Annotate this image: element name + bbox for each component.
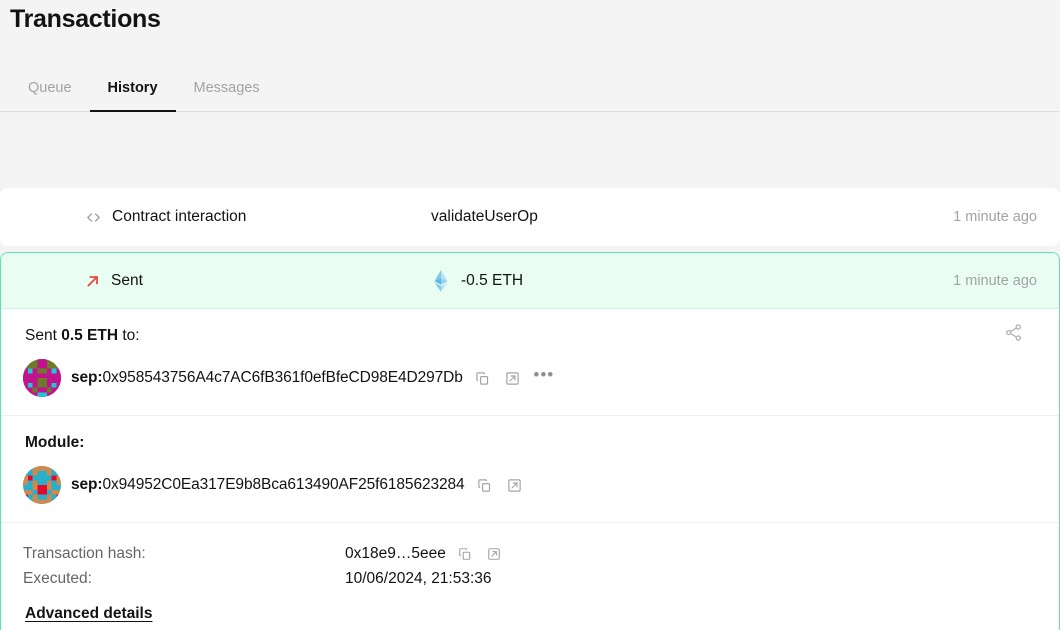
transaction-method-label: validateUserOp xyxy=(431,208,538,225)
tab-bar: Queue History Messages xyxy=(0,60,1060,112)
tab-history[interactable]: History xyxy=(89,80,176,112)
recipient-block: Sent 0.5 ETH to: sep:0x958543756A4c7AC6f… xyxy=(1,309,1059,415)
transaction-list: Contract interaction validateUserOp 1 mi… xyxy=(0,112,1060,630)
address-prefix: sep: xyxy=(71,476,103,493)
page-title: Transactions xyxy=(10,5,161,33)
meta-row: Transaction hash: 0x18e9…5eee xyxy=(23,541,1037,566)
address-value: 0x94952C0Ea317E9b8Bca613490AF25f61856232… xyxy=(102,476,465,493)
recipient-address-row: sep:0x958543756A4c7AC6fB361f0efBfeCD98E4… xyxy=(23,359,1037,397)
transaction-type: Sent xyxy=(1,272,431,290)
address-value: 0x958543756A4c7AC6fB361f0efBfeCD98E4D297… xyxy=(102,369,463,386)
meta-key: Transaction hash: xyxy=(23,544,146,562)
meta-value: 10/06/2024, 21:53:36 xyxy=(345,570,492,588)
code-brackets-icon xyxy=(85,209,102,226)
transaction-meta: Transaction hash: 0x18e9…5eee Executed: … xyxy=(1,522,1059,630)
recipient-address: sep:0x958543756A4c7AC6fB361f0efBfeCD98E4… xyxy=(71,369,463,387)
transaction-summary[interactable]: Contract interaction validateUserOp 1 mi… xyxy=(1,189,1059,245)
sent-amount: 0.5 ETH xyxy=(61,327,119,344)
transaction-amount-label: -0.5 ETH xyxy=(461,271,524,289)
advanced-details-link[interactable]: Advanced details xyxy=(25,605,153,623)
external-link-icon[interactable] xyxy=(503,368,523,388)
external-link-icon[interactable] xyxy=(505,475,525,495)
module-address: sep:0x94952C0Ea317E9b8Bca613490AF25f6185… xyxy=(71,476,465,494)
copy-icon[interactable] xyxy=(475,475,495,495)
tab-messages[interactable]: Messages xyxy=(176,80,278,111)
module-label: Module: xyxy=(25,434,85,451)
transaction-info: -0.5 ETH xyxy=(431,269,953,292)
ellipsis-icon[interactable]: ••• xyxy=(533,366,555,388)
transactions-page: Transactions Queue History Messages Cont… xyxy=(0,0,1060,630)
address-prefix: sep: xyxy=(71,369,103,386)
module-block: Module: sep:0x94952C0Ea317E9b8Bca613490A… xyxy=(1,415,1059,522)
transaction-type: Contract interaction xyxy=(1,208,431,226)
sent-summary-line: Sent 0.5 ETH to: xyxy=(25,327,1037,345)
transaction-row[interactable]: Contract interaction validateUserOp 1 mi… xyxy=(0,188,1060,246)
avatar xyxy=(23,466,61,504)
meta-key: Executed: xyxy=(23,569,92,587)
transaction-timestamp: 1 minute ago xyxy=(953,272,1037,289)
copy-icon[interactable] xyxy=(473,368,493,388)
executed-value: 10/06/2024, 21:53:36 xyxy=(345,569,492,587)
transaction-summary[interactable]: Sent -0.5 ETH 1 minute ago xyxy=(1,253,1059,309)
sent-prefix: Sent xyxy=(25,327,57,344)
transaction-info: validateUserOp xyxy=(431,208,953,226)
meta-row: Executed: 10/06/2024, 21:53:36 xyxy=(23,566,1037,591)
sent-suffix: to: xyxy=(122,327,140,344)
transaction-type-label: Sent xyxy=(111,271,143,289)
transaction-hash-value: 0x18e9…5eee xyxy=(345,544,446,562)
transaction-details: Sent 0.5 ETH to: sep:0x958543756A4c7AC6f… xyxy=(1,309,1059,630)
ethereum-icon xyxy=(431,269,451,292)
meta-value: 0x18e9…5eee xyxy=(345,544,504,564)
transaction-timestamp: 1 minute ago xyxy=(953,209,1037,225)
transaction-row-selected[interactable]: Sent -0.5 ETH 1 minute ago Sent 0.5 ETH … xyxy=(0,252,1060,630)
transaction-type-label: Contract interaction xyxy=(112,208,247,225)
external-link-icon[interactable] xyxy=(484,544,504,564)
share-icon[interactable] xyxy=(1004,323,1023,347)
avatar xyxy=(23,359,61,397)
tab-queue[interactable]: Queue xyxy=(10,80,90,111)
page-header: Transactions Queue History Messages xyxy=(0,0,1060,112)
copy-icon[interactable] xyxy=(455,544,475,564)
module-address-row: sep:0x94952C0Ea317E9b8Bca613490AF25f6185… xyxy=(23,466,1037,504)
arrow-up-right-icon xyxy=(85,273,101,289)
